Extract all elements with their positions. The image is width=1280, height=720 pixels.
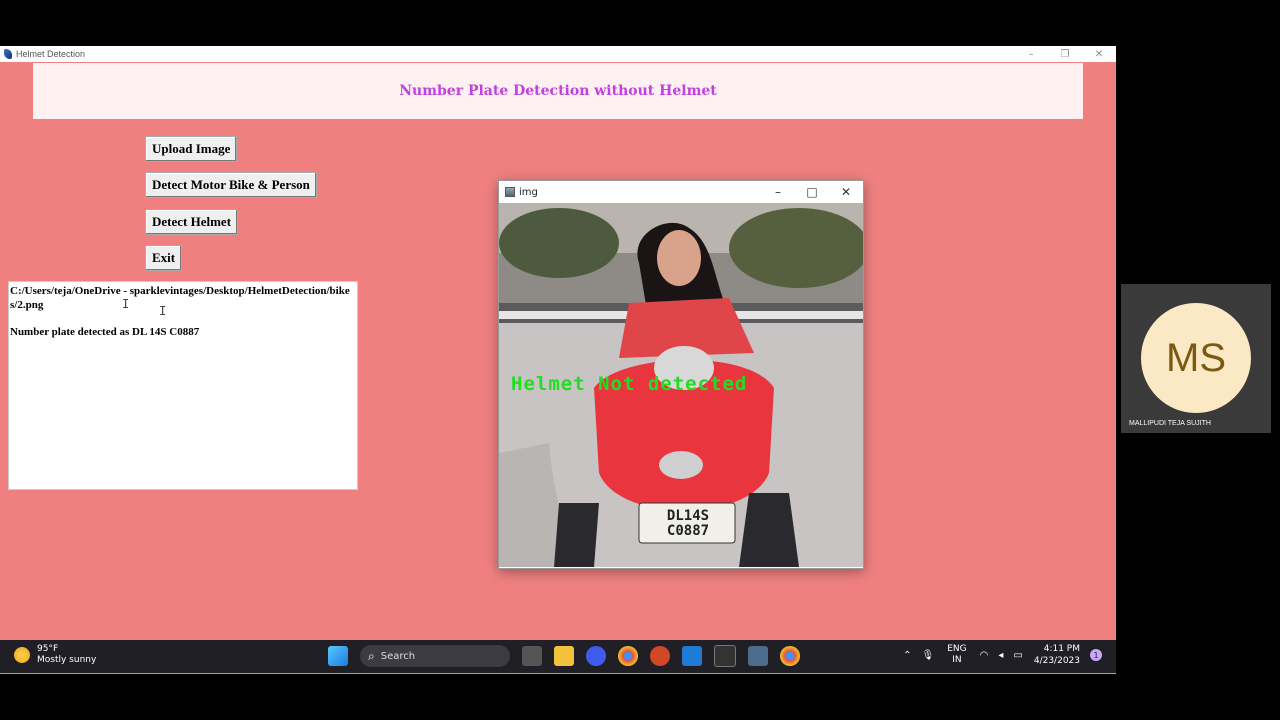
- vscode-icon[interactable]: [682, 646, 702, 666]
- detection-image: Helmet Not detected DL14S C0887: [499, 203, 863, 567]
- battery-icon[interactable]: ▭: [1013, 650, 1022, 661]
- powerpoint-icon[interactable]: [650, 646, 670, 666]
- number-plate-text: DL14S C0887: [646, 509, 730, 539]
- media-app-icon[interactable]: [586, 646, 606, 666]
- time: 4:11 PM: [1043, 644, 1080, 654]
- text-cursor-icon: I: [122, 297, 130, 311]
- python-app-icon[interactable]: [748, 646, 768, 666]
- region-code: IN: [952, 655, 962, 665]
- terminal-icon[interactable]: [714, 645, 736, 667]
- volume-icon[interactable]: ◂: [998, 650, 1003, 661]
- page-title: Number Plate Detection without Helmet: [399, 83, 717, 99]
- detect-helmet-button[interactable]: Detect Helmet: [145, 209, 239, 235]
- date: 4/23/2023: [1033, 656, 1080, 666]
- file-explorer-icon[interactable]: [554, 646, 574, 666]
- task-view-icon[interactable]: [522, 646, 542, 666]
- participant-name: MALLIPUDI TEJA SUJITH: [1129, 420, 1211, 427]
- chrome-icon[interactable]: [618, 646, 638, 666]
- image-window-icon: [505, 187, 515, 197]
- maximize-button[interactable]: ❐: [1048, 46, 1082, 62]
- upload-image-button[interactable]: Upload Image: [145, 136, 238, 162]
- result-text: Number plate detected as DL 14S C0887: [10, 326, 200, 338]
- search-label: Search: [380, 650, 416, 662]
- microphone-icon[interactable]: 🎙: [922, 650, 935, 661]
- window-title: Helmet Detection: [16, 49, 86, 59]
- clock[interactable]: 4:11 PM 4/23/2023: [1034, 643, 1080, 667]
- weather-condition: Mostly sunny: [37, 655, 97, 665]
- plate-line-2: C0887: [666, 523, 710, 539]
- minimize-button[interactable]: –: [1014, 46, 1048, 62]
- heading-banner: Number Plate Detection without Helmet: [33, 63, 1083, 119]
- language-indicator[interactable]: ENG IN: [947, 644, 966, 666]
- detect-bike-person-button[interactable]: Detect Motor Bike & Person: [145, 172, 317, 198]
- feather-icon: [4, 49, 12, 59]
- close-button[interactable]: ✕: [1082, 46, 1116, 62]
- plate-line-1: DL14S: [666, 508, 710, 524]
- image-maximize-button[interactable]: □: [795, 181, 829, 203]
- participant-video-tile[interactable]: MS MALLIPUDI TEJA SUJITH: [1121, 284, 1271, 433]
- chevron-up-icon[interactable]: ⌃: [903, 650, 911, 661]
- taskbar: 95°F Mostly sunny ⌕ Search ⌃ 🎙 ENG IN ◠ …: [0, 640, 1116, 673]
- image-window-title: img: [519, 186, 538, 198]
- helmet-status-overlay: Helmet Not detected: [511, 373, 748, 395]
- temperature: 95°F: [37, 644, 59, 654]
- app-window: Helmet Detection – ❐ ✕ Number Plate Dete…: [0, 46, 1116, 674]
- image-minimize-button[interactable]: –: [761, 181, 795, 203]
- weather-widget[interactable]: 95°F Mostly sunny: [14, 644, 96, 666]
- image-window[interactable]: img – □ ✕ Helmet Not detected DL14S C088…: [498, 180, 864, 569]
- image-window-titlebar[interactable]: img – □ ✕: [499, 181, 863, 203]
- notification-badge[interactable]: 1: [1090, 649, 1102, 661]
- windows-start-icon[interactable]: [328, 646, 348, 666]
- image-path-text: C:/Users/teja/OneDrive - sparklevintages…: [10, 285, 350, 311]
- wifi-icon[interactable]: ◠: [980, 650, 989, 661]
- text-cursor-icon: I: [159, 304, 167, 318]
- output-textarea[interactable]: C:/Users/teja/OneDrive - sparklevintages…: [8, 281, 358, 490]
- taskbar-search[interactable]: ⌕ Search: [360, 645, 510, 667]
- sun-icon: [14, 647, 30, 663]
- exit-button[interactable]: Exit: [145, 245, 183, 271]
- avatar: MS: [1141, 303, 1251, 413]
- chrome-profile-icon[interactable]: [780, 646, 800, 666]
- search-icon: ⌕: [368, 648, 375, 663]
- image-close-button[interactable]: ✕: [829, 181, 863, 203]
- window-titlebar: Helmet Detection – ❐ ✕: [0, 46, 1116, 62]
- lang-code: ENG: [947, 644, 967, 654]
